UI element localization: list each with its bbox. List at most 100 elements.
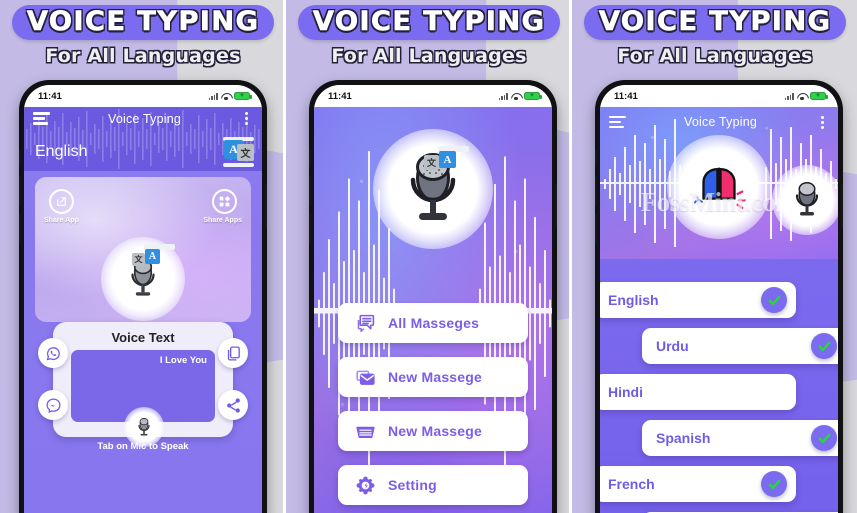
banner-title: VOICE TYPING [26, 6, 260, 37]
app-bar-title: Voice Typing [683, 115, 758, 129]
banner-subtitle: For All Languages [617, 45, 813, 67]
all-messages-button[interactable]: All Masseges [338, 303, 528, 343]
whatsapp-share-button[interactable] [38, 338, 68, 368]
language-list-item[interactable]: Spanish [642, 420, 838, 456]
panel-1: VOICE TYPING For All Languages 11:41 + V… [0, 0, 286, 513]
new-message-button[interactable]: New Massege [338, 357, 528, 397]
banner-pill: VOICE TYPING [297, 5, 561, 40]
phone-2-body: A 文 All Masseges New Massege New Massege… [314, 107, 552, 513]
language-selected-badge[interactable] [811, 425, 837, 451]
panel-1-banner: VOICE TYPING For All Languages [0, 5, 286, 67]
language-name: Hindi [608, 384, 643, 400]
selected-language-label: English [35, 143, 88, 160]
new-message-label: New Massege [388, 369, 483, 385]
language-name: Spanish [656, 430, 711, 446]
share-app-icon[interactable] [49, 189, 74, 214]
share-card: Share App Share Apps A 文 [35, 177, 251, 322]
phone-power-button [265, 184, 267, 228]
voice-text-value: I Love You [159, 355, 207, 366]
battery-icon: + [524, 91, 542, 101]
two-heads-circle[interactable] [667, 135, 771, 239]
app-bar-title: Voice Typing [107, 112, 182, 126]
check-icon [818, 341, 830, 351]
setting-label: Setting [388, 477, 437, 493]
copy-button[interactable] [218, 338, 248, 368]
language-selected-badge[interactable] [761, 287, 787, 313]
phone-side-button [309, 214, 311, 244]
language-list-item[interactable]: Hindi [600, 374, 796, 410]
hamburger-menu-icon[interactable] [609, 115, 626, 129]
signal-bars-icon [784, 93, 794, 100]
phone-screen-3: 11:41 + Voice Typing FossMint.com Englis… [600, 85, 838, 513]
share-button[interactable] [218, 390, 248, 420]
hamburger-menu-icon[interactable] [33, 112, 50, 125]
banner-title: VOICE TYPING [598, 6, 832, 37]
check-icon [768, 479, 780, 489]
language-list-item[interactable]: English [600, 282, 796, 318]
new-message-basket-button[interactable]: New Massege [338, 411, 528, 451]
translate-right-glyph: 文 [424, 155, 439, 170]
floating-mic-button[interactable] [772, 165, 838, 235]
chat-bubbles-icon [354, 312, 376, 334]
language-list-item[interactable]: Urdu [642, 328, 838, 364]
phone-side-button [595, 214, 597, 244]
status-bar: 11:41 + [314, 85, 552, 107]
translate-icon[interactable]: A 文 [223, 137, 254, 167]
panel-3-banner: VOICE TYPING For All Languages [572, 5, 857, 67]
status-bar: 11:41 + [24, 85, 262, 107]
mic-hint-label: Tab on Mic to Speak [97, 441, 189, 452]
language-list-item[interactable]: French [600, 466, 796, 502]
messenger-share-button[interactable] [38, 390, 68, 420]
phone-screen-2: 11:41 + A 文 All Masseges New Massege New… [314, 85, 552, 513]
phone-1-body: Share App Share Apps A 文 Voice Text I Lo… [24, 171, 262, 513]
phone-side-button [309, 150, 311, 167]
signal-bars-icon [498, 93, 508, 100]
phone-power-button [555, 184, 557, 228]
phone-screen-1: 11:41 + Voice Typing English A 文 Share A… [24, 85, 262, 513]
language-list: English Urdu Hindi Spanish French [600, 282, 838, 513]
menu-button-list: All Masseges New Massege New Massege Set… [338, 303, 528, 505]
grid-apps-icon[interactable] [212, 189, 237, 214]
signal-bars-icon [208, 93, 218, 100]
translate-right-glyph: 文 [237, 144, 254, 161]
screenshot-stage: VOICE TYPING For All Languages 11:41 + V… [0, 0, 857, 513]
wifi-icon [221, 92, 231, 100]
language-name: French [608, 476, 655, 492]
phone-mockup-1: 11:41 + Voice Typing English A 文 Share A… [19, 80, 267, 513]
setting-button[interactable]: Setting [338, 465, 528, 505]
phone-side-button [595, 150, 597, 167]
banner-pill: VOICE TYPING [11, 5, 275, 40]
language-selected-badge[interactable] [811, 333, 837, 359]
app-bar-1: Voice Typing English A 文 [24, 107, 262, 171]
panel-2: VOICE TYPING For All Languages 11:41 + A… [286, 0, 572, 513]
new-message-basket-label: New Massege [388, 423, 483, 439]
banner-subtitle: For All Languages [331, 45, 527, 67]
phone-side-button [595, 176, 597, 206]
banner-subtitle: For All Languages [45, 45, 241, 67]
status-time: 11:41 [38, 90, 62, 102]
phone-side-button [19, 176, 21, 206]
more-vertical-icon[interactable] [239, 112, 253, 125]
check-icon [818, 433, 830, 443]
envelope-icon [354, 366, 376, 388]
status-time: 11:41 [614, 90, 638, 102]
more-vertical-icon[interactable] [815, 115, 829, 129]
phone-mockup-2: 11:41 + A 文 All Masseges New Massege New… [309, 80, 557, 513]
selected-language-row[interactable]: English A 文 [24, 137, 262, 171]
battery-icon: + [810, 91, 828, 101]
language-selected-badge[interactable] [761, 471, 787, 497]
share-app-label: Share App [44, 217, 79, 224]
status-bar: 11:41 + [600, 85, 838, 107]
banner-pill: VOICE TYPING [583, 5, 847, 40]
wifi-icon [797, 92, 807, 100]
mic-glow-circle[interactable]: A 文 [101, 237, 185, 321]
hero-mic-circle[interactable]: A 文 [373, 129, 493, 249]
panel-3: VOICE TYPING For All Languages 11:41 + V… [572, 0, 857, 513]
translate-left-glyph: A [439, 151, 456, 168]
phone-3-body: Voice Typing FossMint.com English Urdu H… [600, 107, 838, 513]
gear-icon [354, 474, 376, 496]
battery-icon: + [234, 91, 252, 101]
app-bar-3: Voice Typing [600, 107, 838, 137]
check-icon [768, 295, 780, 305]
microphone-icon [138, 417, 150, 435]
